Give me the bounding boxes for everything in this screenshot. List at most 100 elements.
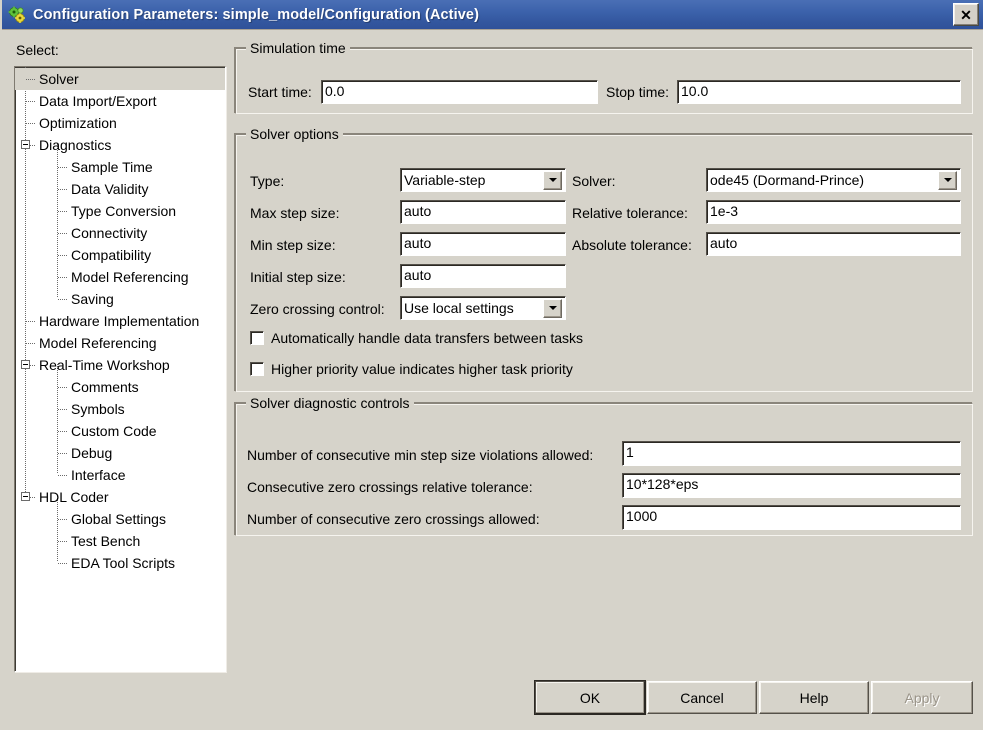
zero-crossings-tolerance-label: Consecutive zero crossings relative tole… <box>247 479 533 495</box>
sidebar-item-label: HDL Coder <box>39 489 109 505</box>
zero-crossings-allowed-label: Number of consecutive zero crossings all… <box>247 511 540 527</box>
sidebar-item-debug[interactable]: Debug <box>15 442 225 464</box>
zero-crossing-control-label: Zero crossing control: <box>250 301 385 317</box>
auto-data-transfers-checkbox-row[interactable]: Automatically handle data transfers betw… <box>250 330 583 346</box>
sidebar-item-global-settings[interactable]: Global Settings <box>15 508 225 530</box>
sidebar-item-sample-time[interactable]: Sample Time <box>15 156 225 178</box>
type-dropdown[interactable]: Variable-step <box>400 168 566 192</box>
sidebar-item-eda-tool-scripts[interactable]: EDA Tool Scripts <box>15 552 225 574</box>
sidebar-item-optimization[interactable]: Optimization <box>15 112 225 134</box>
sidebar-item-saving[interactable]: Saving <box>15 288 225 310</box>
simulink-gears-icon <box>8 6 26 24</box>
tree-connector-line <box>58 475 67 476</box>
sidebar-item-hdl-coder[interactable]: HDL Coder <box>15 486 225 508</box>
sidebar-item-compatibility[interactable]: Compatibility <box>15 244 225 266</box>
higher-priority-label: Higher priority value indicates higher t… <box>271 361 573 377</box>
absolute-tolerance-label: Absolute tolerance: <box>572 237 692 253</box>
sidebar-item-label: Custom Code <box>71 423 157 439</box>
sidebar-item-label: Sample Time <box>71 159 153 175</box>
sidebar-item-label: Compatibility <box>71 247 152 263</box>
tree-connector-line <box>58 431 67 432</box>
tree-connector-line <box>26 123 35 124</box>
sidebar-item-solver[interactable]: Solver <box>15 68 225 90</box>
tree-expander-collapse-icon[interactable] <box>21 360 30 369</box>
close-icon[interactable]: ✕ <box>953 3 979 26</box>
sidebar-item-connectivity[interactable]: Connectivity <box>15 222 225 244</box>
sidebar-item-test-bench[interactable]: Test Bench <box>15 530 225 552</box>
auto-data-transfers-checkbox[interactable] <box>250 331 264 345</box>
ok-button[interactable]: OK <box>535 681 645 714</box>
sidebar-item-label: Saving <box>71 291 114 307</box>
select-header: Select: <box>14 42 59 58</box>
tree-connector-line <box>58 563 67 564</box>
sidebar-item-custom-code[interactable]: Custom Code <box>15 420 225 442</box>
start-time-input[interactable]: 0.0 <box>321 80 598 104</box>
sidebar-item-model-referencing[interactable]: Model Referencing <box>15 266 225 288</box>
solver-dropdown-value: ode45 (Dormand-Prince) <box>710 172 865 188</box>
relative-tolerance-label: Relative tolerance: <box>572 205 688 221</box>
chevron-down-icon[interactable] <box>543 170 562 190</box>
initial-step-size-label: Initial step size: <box>250 269 346 285</box>
sidebar-item-type-conversion[interactable]: Type Conversion <box>15 200 225 222</box>
sidebar-item-label: Connectivity <box>71 225 148 241</box>
higher-priority-checkbox-row[interactable]: Higher priority value indicates higher t… <box>250 361 573 377</box>
title-bar: Configuration Parameters: simple_model/C… <box>2 0 983 30</box>
solver-label: Solver: <box>572 173 616 189</box>
relative-tolerance-input[interactable]: 1e-3 <box>706 200 961 224</box>
zero-crossing-control-dropdown[interactable]: Use local settings <box>400 296 566 320</box>
sidebar-item-real-time-workshop[interactable]: Real-Time Workshop <box>15 354 225 376</box>
sidebar-item-data-validity[interactable]: Data Validity <box>15 178 225 200</box>
sidebar-item-hardware-implementation[interactable]: Hardware Implementation <box>15 310 225 332</box>
sidebar-item-label: Symbols <box>71 401 125 417</box>
min-step-size-label: Min step size: <box>250 237 336 253</box>
min-step-violations-label: Number of consecutive min step size viol… <box>247 447 594 463</box>
sidebar-item-data-import-export[interactable]: Data Import/Export <box>15 90 225 112</box>
window-title: Configuration Parameters: simple_model/C… <box>33 6 479 23</box>
zero-crossing-control-value: Use local settings <box>404 300 514 316</box>
tree-expander-collapse-icon[interactable] <box>21 492 30 501</box>
sidebar-item-label: Comments <box>71 379 139 395</box>
sidebar-item-label: Global Settings <box>71 511 166 527</box>
sidebar-item-model-referencing[interactable]: Model Referencing <box>15 332 225 354</box>
chevron-down-icon[interactable] <box>938 170 957 190</box>
stop-time-input[interactable]: 10.0 <box>677 80 961 104</box>
sidebar-item-comments[interactable]: Comments <box>15 376 225 398</box>
solver-dropdown[interactable]: ode45 (Dormand-Prince) <box>706 168 961 192</box>
sidebar-item-label: Optimization <box>39 115 117 131</box>
max-step-size-input[interactable]: auto <box>400 200 566 224</box>
apply-button[interactable]: Apply <box>871 681 973 714</box>
tree-connector-line <box>58 255 67 256</box>
higher-priority-checkbox[interactable] <box>250 362 264 376</box>
tree-connector-line <box>58 211 67 212</box>
min-step-violations-input[interactable]: 1 <box>622 441 961 466</box>
simulation-time-group: Simulation time Start time: 0.0 Stop tim… <box>235 40 973 114</box>
start-time-label: Start time: <box>248 84 312 100</box>
min-step-size-input[interactable]: auto <box>400 232 566 256</box>
tree-connector-line <box>58 453 67 454</box>
tree-connector-line <box>58 541 67 542</box>
sidebar-item-diagnostics[interactable]: Diagnostics <box>15 134 225 156</box>
absolute-tolerance-input[interactable]: auto <box>706 232 961 256</box>
zero-crossings-tolerance-input[interactable]: 10*128*eps <box>622 473 961 498</box>
settings-tree[interactable]: Solver Data Import/Export Optimization Diag… <box>14 66 226 672</box>
type-label: Type: <box>250 173 285 189</box>
type-dropdown-value: Variable-step <box>404 172 486 188</box>
stop-time-label: Stop time: <box>606 84 670 100</box>
initial-step-size-input[interactable]: auto <box>400 264 566 288</box>
configuration-parameters-dialog: Configuration Parameters: simple_model/C… <box>0 0 983 730</box>
tree-connector-line <box>58 277 67 278</box>
zero-crossings-allowed-input[interactable]: 1000 <box>622 505 961 530</box>
tree-connector-line <box>58 387 67 388</box>
chevron-down-icon[interactable] <box>543 298 562 318</box>
help-button[interactable]: Help <box>759 681 869 714</box>
tree-connector-line <box>58 519 67 520</box>
tree-connector-line <box>26 343 35 344</box>
sidebar-item-interface[interactable]: Interface <box>15 464 225 486</box>
cancel-button[interactable]: Cancel <box>647 681 757 714</box>
sidebar-item-label: Diagnostics <box>39 137 112 153</box>
solver-options-group: Solver options Type: Variable-step Solve… <box>235 126 973 392</box>
sidebar-item-label: Data Validity <box>71 181 149 197</box>
sidebar-item-label: Model Referencing <box>39 335 157 351</box>
sidebar-item-symbols[interactable]: Symbols <box>15 398 225 420</box>
tree-expander-collapse-icon[interactable] <box>21 140 30 149</box>
